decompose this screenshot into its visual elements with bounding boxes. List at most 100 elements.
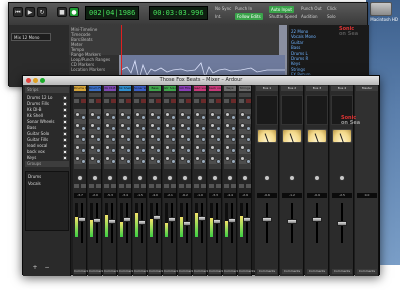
fader-handle[interactable] <box>108 219 116 225</box>
play-button[interactable]: ▶ <box>25 7 35 17</box>
mute-button[interactable] <box>179 184 184 188</box>
int-label[interactable]: Int. <box>215 14 222 19</box>
phase-button[interactable] <box>149 99 154 103</box>
strip-name-button[interactable]: Drums 12 Lo <box>74 86 86 91</box>
comments-button[interactable]: Comments <box>104 269 120 274</box>
eq-knob[interactable] <box>75 123 80 128</box>
eq-knob[interactable] <box>195 112 200 117</box>
strip-visible-checkbox[interactable] <box>63 138 67 142</box>
fader-handle[interactable] <box>138 220 146 226</box>
eq-knob[interactable] <box>135 156 140 161</box>
eq-knob[interactable] <box>231 137 236 142</box>
mute-button[interactable] <box>194 184 199 188</box>
solo-button[interactable] <box>246 184 251 188</box>
input-button[interactable] <box>179 93 191 97</box>
input-button[interactable] <box>224 93 236 97</box>
pan-knob[interactable] <box>289 175 295 181</box>
sync-label[interactable]: No Sync <box>215 6 231 11</box>
phase-button[interactable] <box>89 99 94 103</box>
eq-knob[interactable] <box>90 145 95 150</box>
secondary-clock[interactable]: 00:03:03.996 <box>149 6 208 20</box>
eq-knob[interactable] <box>171 148 176 153</box>
eq-knob[interactable] <box>186 137 191 142</box>
strip-name-button[interactable]: Drum Fill <box>89 86 101 91</box>
mixer-title-bar[interactable]: Those Fox Beats – Mixer – Ardour <box>23 76 379 85</box>
eq-knob[interactable] <box>225 156 230 161</box>
fader-handle[interactable] <box>337 221 347 226</box>
comments-button[interactable]: Comments <box>179 269 195 274</box>
input-button[interactable] <box>194 93 206 97</box>
gain-display[interactable]: -1.0 <box>194 193 206 198</box>
eq-knob[interactable] <box>156 159 161 164</box>
comments-button[interactable]: Comments <box>282 269 302 274</box>
eq-knob[interactable] <box>246 115 251 120</box>
eq-knob[interactable] <box>210 112 215 117</box>
eq-knob[interactable] <box>240 112 245 117</box>
eq-knob[interactable] <box>201 137 206 142</box>
eq-knob[interactable] <box>81 148 86 153</box>
comments-button[interactable]: Comments <box>239 269 255 274</box>
strip-visible-checkbox[interactable] <box>63 144 67 148</box>
gain-display[interactable]: -4.4 <box>224 193 236 198</box>
eq-knob[interactable] <box>186 148 191 153</box>
eq-knob[interactable] <box>216 115 221 120</box>
rec-button[interactable] <box>96 99 101 103</box>
input-button[interactable] <box>239 93 251 97</box>
eq-knob[interactable] <box>246 159 251 164</box>
pan-knob[interactable] <box>242 175 248 181</box>
phase-button[interactable] <box>104 99 109 103</box>
comments-button[interactable]: Comments <box>149 269 165 274</box>
eq-knob[interactable] <box>246 148 251 153</box>
input-button[interactable] <box>164 93 176 97</box>
eq-knob[interactable] <box>96 159 101 164</box>
pan-knob[interactable] <box>339 175 345 181</box>
group-item[interactable]: Vocals <box>26 181 70 187</box>
solo-button[interactable] <box>156 184 161 188</box>
eq-knob[interactable] <box>231 159 236 164</box>
pan-knob[interactable] <box>227 175 233 181</box>
eq-knob[interactable] <box>75 112 80 117</box>
solo-button[interactable] <box>201 184 206 188</box>
eq-knob[interactable] <box>201 159 206 164</box>
strip-visible-checkbox[interactable] <box>63 150 67 154</box>
eq-knob[interactable] <box>180 112 185 117</box>
input-button[interactable] <box>119 93 131 97</box>
rec-button[interactable] <box>81 99 86 103</box>
pan-knob[interactable] <box>122 175 128 181</box>
pan-knob[interactable] <box>77 175 83 181</box>
phase-button[interactable] <box>224 99 229 103</box>
eq-knob[interactable] <box>150 123 155 128</box>
mute-button[interactable] <box>224 184 229 188</box>
hard-drive-icon[interactable] <box>370 2 392 16</box>
pan-knob[interactable] <box>314 175 320 181</box>
eq-knob[interactable] <box>246 126 251 131</box>
eq-knob[interactable] <box>105 123 110 128</box>
eq-knob[interactable] <box>195 123 200 128</box>
phase-button[interactable] <box>209 99 214 103</box>
solo-button[interactable] <box>186 184 191 188</box>
eq-knob[interactable] <box>216 126 221 131</box>
gain-display[interactable]: -0.9 <box>307 193 327 198</box>
eq-knob[interactable] <box>150 145 155 150</box>
eq-knob[interactable] <box>210 134 215 139</box>
gain-display[interactable]: -2.5 <box>332 193 352 198</box>
comments-button[interactable]: Comments <box>307 269 327 274</box>
eq-knob[interactable] <box>156 148 161 153</box>
mute-button[interactable] <box>119 184 124 188</box>
phase-button[interactable] <box>134 99 139 103</box>
eq-knob[interactable] <box>120 134 125 139</box>
eq-knob[interactable] <box>90 112 95 117</box>
eq-knob[interactable] <box>90 156 95 161</box>
eq-knob[interactable] <box>225 112 230 117</box>
strip-name-button[interactable]: Bass <box>149 86 161 91</box>
eq-knob[interactable] <box>231 115 236 120</box>
minimize-button[interactable] <box>33 78 38 83</box>
fader-handle[interactable] <box>287 219 297 225</box>
bus-name-button[interactable]: Bus 1 <box>256 86 278 91</box>
mute-button[interactable] <box>164 184 169 188</box>
phase-button[interactable] <box>164 99 169 103</box>
phase-button[interactable] <box>194 99 199 103</box>
eq-knob[interactable] <box>111 137 116 142</box>
eq-knob[interactable] <box>96 126 101 131</box>
strip-name-button[interactable]: Sonar W <box>134 86 146 91</box>
